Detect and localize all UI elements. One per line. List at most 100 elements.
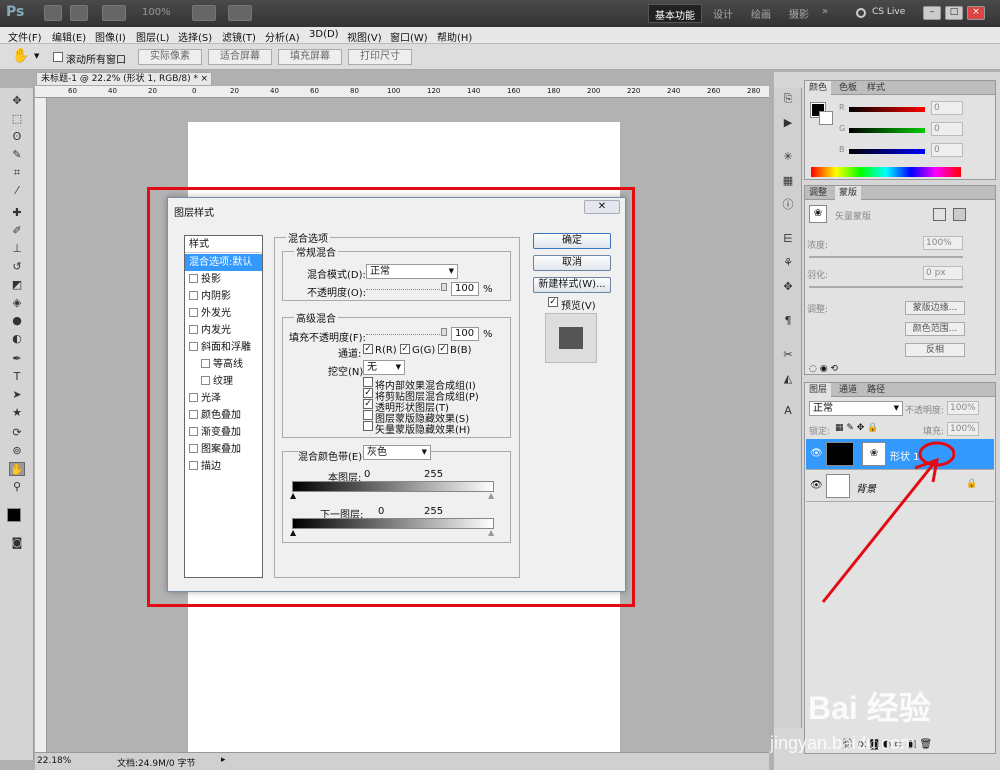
- knockout-select[interactable]: 无: [363, 360, 405, 375]
- restore-button[interactable]: □: [945, 6, 963, 20]
- print-size-button[interactable]: 打印尺寸: [348, 49, 412, 65]
- info-icon[interactable]: ⓘ: [780, 198, 796, 212]
- menu-layer[interactable]: 图层(L): [136, 29, 169, 44]
- 3d-rotate-icon[interactable]: ⟳: [9, 426, 25, 440]
- view-extras-icon[interactable]: [102, 5, 126, 21]
- style-inner-glow[interactable]: 内发光: [185, 322, 262, 339]
- tab-styles[interactable]: 样式: [863, 81, 889, 95]
- document-tab[interactable]: 未标题-1 @ 22.2% (形状 1, RGB/8) * ×: [36, 72, 212, 86]
- invert-button[interactable]: 反相: [905, 343, 965, 357]
- style-outer-glow[interactable]: 外发光: [185, 305, 262, 322]
- fill-opacity-input[interactable]: 100: [451, 327, 479, 341]
- layer-mask-hides-checkbox[interactable]: [363, 410, 373, 420]
- opacity-input[interactable]: 100: [451, 282, 479, 296]
- zoom-status[interactable]: 22.18%: [37, 756, 71, 766]
- brush-tool-icon[interactable]: ✐: [9, 224, 25, 238]
- style-checkbox[interactable]: [189, 444, 198, 453]
- eyedropper-tool-icon[interactable]: ⁄: [9, 184, 25, 198]
- dodge-tool-icon[interactable]: ◐: [9, 332, 25, 346]
- ok-button[interactable]: 确定: [533, 233, 611, 249]
- r-value[interactable]: 0: [931, 101, 963, 115]
- tab-paths[interactable]: 路径: [863, 383, 889, 397]
- lasso-tool-icon[interactable]: ʘ: [9, 130, 25, 144]
- style-checkbox[interactable]: [189, 308, 198, 317]
- vector-mask-select-icon[interactable]: [953, 208, 966, 221]
- paragraph-icon[interactable]: ¶: [780, 314, 796, 328]
- clone-source-icon[interactable]: ⚘: [780, 256, 796, 270]
- close-icon[interactable]: ✕: [584, 200, 620, 214]
- path-select-icon[interactable]: ➤: [9, 388, 25, 402]
- tab-color[interactable]: 颜色: [805, 81, 832, 95]
- preview-checkbox[interactable]: ✓: [548, 297, 558, 307]
- this-layer-white-handle[interactable]: ▲: [488, 491, 494, 500]
- color-range-button[interactable]: 颜色范围...: [905, 322, 965, 336]
- chevron-down-icon[interactable]: ▼: [34, 52, 39, 60]
- cancel-button[interactable]: 取消: [533, 255, 611, 271]
- menu-window[interactable]: 窗口(W): [390, 29, 428, 44]
- arrange-docs-icon[interactable]: [192, 5, 216, 21]
- style-checkbox[interactable]: [189, 410, 198, 419]
- close-icon[interactable]: ×: [200, 73, 208, 85]
- close-button[interactable]: ×: [967, 6, 985, 20]
- background-color-swatch[interactable]: [819, 111, 833, 125]
- style-texture[interactable]: 纹理: [185, 373, 262, 390]
- b-slider[interactable]: [849, 149, 925, 154]
- navigator-icon[interactable]: ✳: [780, 150, 796, 164]
- b-value[interactable]: 0: [931, 143, 963, 157]
- workspace-design[interactable]: 设计: [707, 4, 739, 23]
- tab-adjustments[interactable]: 调整: [805, 186, 831, 200]
- blend-mode-select[interactable]: 正常: [366, 264, 458, 279]
- style-checkbox[interactable]: [201, 359, 210, 368]
- fill-opacity-slider[interactable]: [366, 334, 446, 335]
- menu-help[interactable]: 帮助(H): [437, 29, 472, 44]
- tab-swatches[interactable]: 色板: [835, 81, 861, 95]
- actual-pixels-button[interactable]: 实际像素: [138, 49, 202, 65]
- mask-footer-icons[interactable]: ◌ ◉ ⟲: [809, 364, 838, 374]
- 3d-orbit-icon[interactable]: ⊚: [9, 444, 25, 458]
- zoom-level[interactable]: 100%: [142, 7, 171, 18]
- underlying-gradient[interactable]: [292, 518, 494, 529]
- this-layer-black-handle[interactable]: ▲: [290, 491, 296, 500]
- style-bevel-emboss[interactable]: 斜面和浮雕: [185, 339, 262, 356]
- screen-mode-icon[interactable]: [228, 5, 252, 21]
- clone-stamp-icon[interactable]: ⊥: [9, 242, 25, 256]
- minimize-button[interactable]: –: [923, 6, 941, 20]
- style-stroke[interactable]: 描边: [185, 458, 262, 475]
- mask-edge-button[interactable]: 蒙版边缘...: [905, 301, 965, 315]
- menu-select[interactable]: 选择(S): [178, 29, 212, 44]
- bridge-icon[interactable]: [44, 5, 62, 21]
- actions-icon[interactable]: ▶: [780, 116, 796, 130]
- channel-g-checkbox[interactable]: ✓: [400, 344, 410, 354]
- paths-icon[interactable]: ✥: [780, 280, 796, 294]
- move-tool-icon[interactable]: ✥: [9, 94, 25, 108]
- fill-opacity-slider-knob[interactable]: [441, 328, 447, 336]
- lock-icons[interactable]: ▦ ✎ ✥ 🔒: [835, 423, 878, 433]
- crop-tool-icon[interactable]: ⌗: [9, 166, 25, 180]
- foreground-color-swatch[interactable]: [7, 508, 21, 522]
- scroll-all-checkbox[interactable]: [53, 52, 63, 62]
- blend-clipped-checkbox[interactable]: ✓: [363, 388, 373, 398]
- style-drop-shadow[interactable]: 投影: [185, 271, 262, 288]
- menu-analysis[interactable]: 分析(A): [265, 29, 300, 44]
- hand-tool-icon[interactable]: ✋: [9, 462, 25, 476]
- style-gradient-overlay[interactable]: 渐变叠加: [185, 424, 262, 441]
- density-value[interactable]: 100%: [923, 236, 963, 250]
- menu-view[interactable]: 视图(V): [347, 29, 382, 44]
- workspace-essentials[interactable]: 基本功能: [648, 4, 702, 23]
- this-layer-gradient[interactable]: [292, 481, 494, 492]
- brush-presets-icon[interactable]: ⋿: [780, 232, 796, 246]
- underlying-black-handle[interactable]: ▲: [290, 528, 296, 537]
- fit-screen-button[interactable]: 适合屏幕: [208, 49, 272, 65]
- workspace-more[interactable]: »: [816, 4, 834, 23]
- history-brush-icon[interactable]: ↺: [9, 260, 25, 274]
- opacity-slider-knob[interactable]: [441, 283, 447, 291]
- menu-image[interactable]: 图像(I): [95, 29, 126, 44]
- blur-tool-icon[interactable]: ●: [9, 314, 25, 328]
- style-checkbox[interactable]: [189, 427, 198, 436]
- opacity-slider[interactable]: [366, 289, 446, 290]
- style-pattern-overlay[interactable]: 图案叠加: [185, 441, 262, 458]
- tool-presets-icon[interactable]: ✂: [780, 348, 796, 362]
- tab-layers[interactable]: 图层: [805, 383, 832, 397]
- shape-tool-icon[interactable]: ★: [9, 406, 25, 420]
- blend-mode-select[interactable]: 正常: [809, 401, 903, 416]
